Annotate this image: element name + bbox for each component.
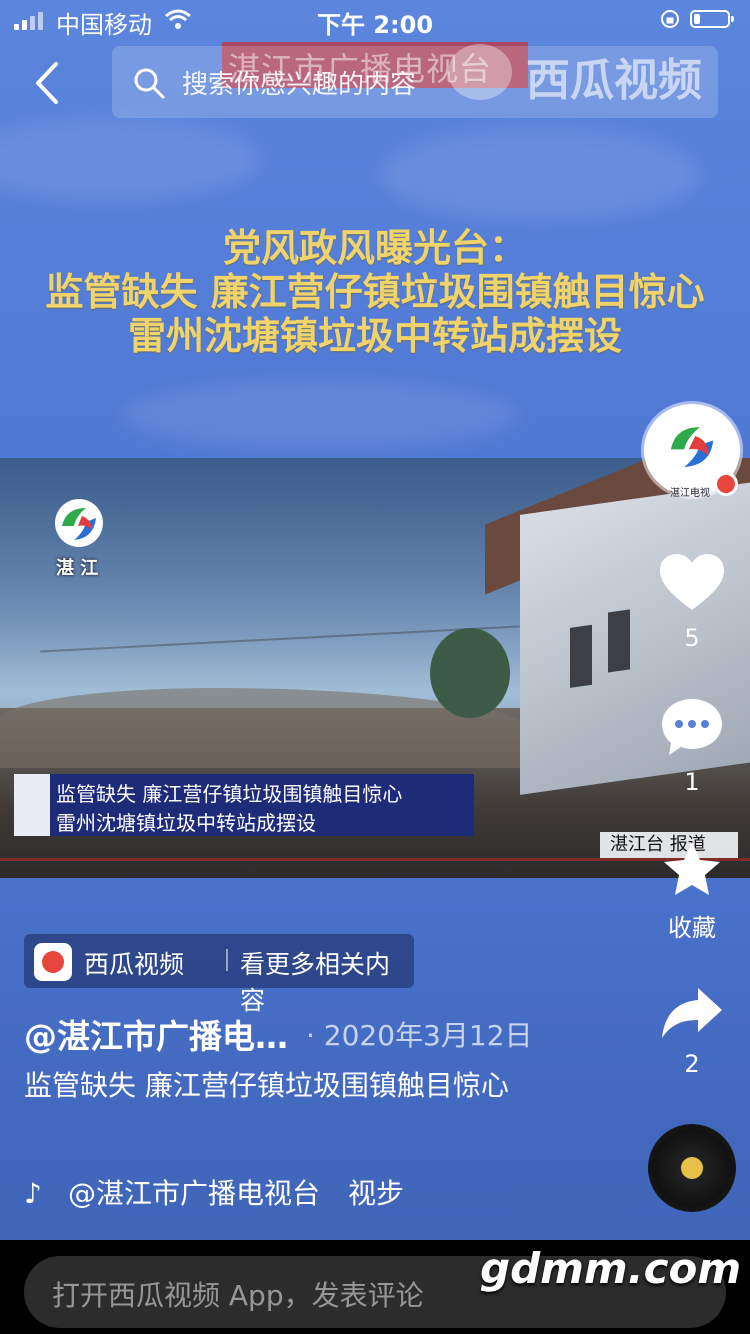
like-count: 5: [684, 624, 700, 652]
video-frame[interactable]: 湛 江 监管缺失 廉江营仔镇垃圾围镇触目惊心 雷州沈塘镇垃圾中转站成摆设 湛江台…: [0, 458, 750, 878]
pill-brand: 西瓜视频: [84, 950, 185, 979]
video-headline: 党风政风曝光台： 监管缺失 廉江营仔镇垃圾围镇触目惊心 雷州沈塘镇垃圾中转站成摆…: [0, 226, 750, 358]
play-badge-icon: [714, 472, 738, 496]
xigua-logo-icon: [448, 44, 512, 100]
channel-name: 湛 江: [56, 558, 99, 579]
comment-icon: [662, 699, 722, 755]
publish-date: · 2020年3月12日: [306, 1019, 533, 1052]
orientation-lock-icon: [661, 10, 679, 28]
pill-more-label: 看更多相关内容: [240, 950, 391, 1015]
comment-button[interactable]: 1: [640, 696, 744, 796]
xigua-more-pill[interactable]: 西瓜视频 看更多相关内容: [24, 934, 414, 1015]
share-count: 2: [684, 1050, 700, 1078]
music-disc-icon[interactable]: [648, 1124, 736, 1212]
status-bar: 中国移动 下午 2:00: [0, 0, 750, 40]
headline-line-2: 监管缺失 廉江营仔镇垃圾围镇触目惊心: [45, 270, 705, 314]
share-button[interactable]: 2: [640, 984, 744, 1078]
headline-line-1: 党风政风曝光台：: [222, 226, 527, 270]
channel-logo-icon: [55, 499, 103, 547]
headline-line-3: 雷州沈塘镇垃圾中转站成摆设: [127, 314, 622, 358]
author-name[interactable]: @湛江市广播电…: [24, 1010, 288, 1058]
status-time: 下午 2:00: [316, 11, 434, 39]
video-description: 监管缺失 廉江营仔镇垃圾围镇触目惊心: [24, 1069, 509, 1102]
search-placeholder: 搜索你感兴趣的内容: [182, 70, 417, 100]
xigua-app-icon: [34, 943, 72, 981]
heart-icon: [660, 554, 724, 610]
music-marquee[interactable]: ♪ @湛江市广播电视台 视步: [24, 1172, 424, 1212]
music-author: @湛江市广播电视台: [68, 1177, 321, 1210]
channel-logo-icon: [670, 427, 714, 468]
star-icon: [664, 842, 720, 895]
search-icon: [134, 68, 165, 99]
author-avatar[interactable]: 湛江电视: [644, 404, 740, 499]
lower-third-caption: 监管缺失 廉江营仔镇垃圾围镇触目惊心 雷州沈塘镇垃圾中转站成摆设: [14, 774, 474, 836]
favorite-button[interactable]: 收藏: [640, 840, 744, 943]
music-tail: 视步: [348, 1177, 405, 1210]
comment-count: 1: [684, 768, 700, 796]
comment-placeholder: 打开西瓜视频 App，发表评论: [52, 1279, 424, 1312]
site-watermark: gdmm.com: [480, 1244, 742, 1293]
music-note-icon: ♪: [24, 1177, 42, 1210]
favorite-label: 收藏: [668, 914, 716, 942]
share-arrow-icon: [662, 988, 722, 1038]
back-arrow-icon[interactable]: [28, 60, 68, 106]
battery-icon: [690, 10, 734, 28]
like-button[interactable]: 5: [640, 552, 744, 652]
